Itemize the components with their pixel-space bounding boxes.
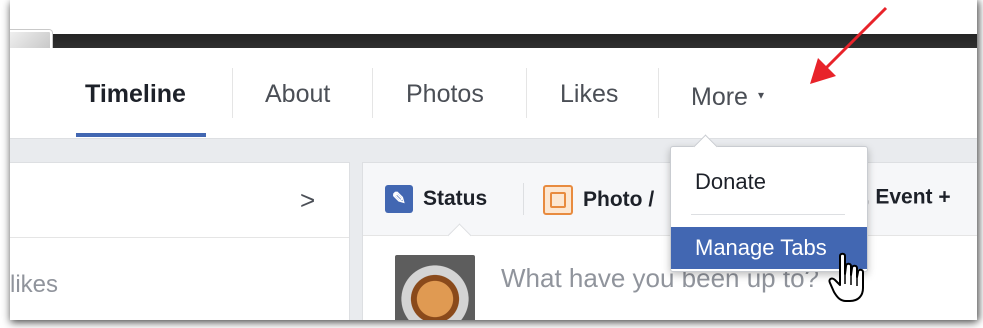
tab-more[interactable]: More ▾ [691,83,764,112]
card-divider [10,237,349,238]
tab-divider [526,68,527,118]
photo-action-button[interactable]: Photo / [543,185,654,215]
tab-divider [658,68,659,118]
avatar [395,255,475,320]
pencil-icon: ✎ [385,185,413,213]
hand-cursor-icon [828,252,864,302]
action-divider [523,183,524,215]
status-action-button[interactable]: ✎ Status [385,185,487,213]
menu-divider [691,214,845,215]
tab-about[interactable]: About [265,80,330,109]
tab-divider [232,68,233,118]
likes-text: likes [10,271,59,298]
chevron-right-icon[interactable]: > [300,185,315,216]
tab-photos[interactable]: Photos [406,80,484,109]
tab-more-label: More [691,83,748,111]
active-tab-indicator [76,133,206,137]
photo-icon [543,185,573,215]
screenshot-frame: Timeline About Photos Likes More ▾ > like… [0,0,983,328]
tab-divider [372,68,373,118]
tab-timeline[interactable]: Timeline [85,80,186,109]
intro-card: > likes [10,162,350,320]
status-label: Status [423,187,488,210]
photo-label: Photo / [583,188,655,211]
menu-item-donate[interactable]: Donate [695,169,766,195]
tab-likes[interactable]: Likes [560,80,618,109]
caret-down-icon: ▾ [757,88,764,103]
annotation-arrow-icon [810,6,888,84]
